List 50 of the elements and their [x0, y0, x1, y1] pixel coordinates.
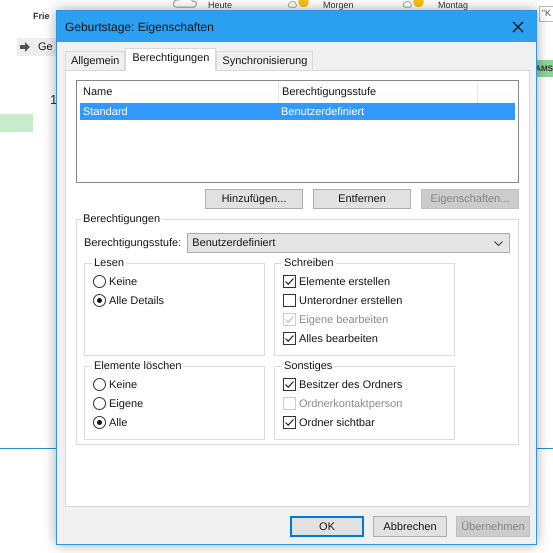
radio-button[interactable]	[93, 416, 106, 429]
radio-button[interactable]	[93, 294, 106, 307]
radio-button[interactable]	[93, 397, 106, 410]
level-dropdown[interactable]: Benutzerdefiniert	[187, 233, 510, 253]
group-title: Lesen	[92, 257, 126, 269]
option-label: Alle Details	[109, 294, 164, 306]
option-label: Eigene bearbeiten	[299, 314, 388, 326]
chevron-icon	[494, 240, 503, 246]
option-label: Keine	[109, 378, 138, 390]
group-title: Elemente löschen	[92, 360, 184, 372]
location-label: Frie	[33, 11, 51, 21]
weather-day-label: Morgen	[323, 0, 354, 10]
option-label: Besitzer des Ordners	[299, 378, 402, 390]
arrow-icon[interactable]	[20, 42, 30, 52]
option-label: Ordnerkontaktperson	[299, 398, 402, 410]
radio-button[interactable]	[93, 275, 106, 288]
group-title: Schreiben	[282, 257, 336, 269]
group-title: Berechtigungen	[81, 213, 162, 225]
weather-day-label: Heute	[208, 0, 232, 10]
checkbox[interactable]	[283, 378, 296, 391]
window-title: Geburtstage: Eigenschaften	[65, 20, 214, 34]
checkbox[interactable]	[283, 294, 296, 307]
list-cell-text: Benutzerdefiniert	[280, 106, 366, 118]
day-number: 1	[50, 92, 58, 107]
field-label: Berechtigungsstufe:	[84, 237, 182, 249]
tab[interactable]: Synchronisierung	[216, 51, 314, 70]
close-icon[interactable]	[512, 20, 524, 32]
option-label: Unterordner erstellen	[299, 294, 402, 306]
option-label: Ordner sichtbar	[299, 416, 375, 428]
dialog-button[interactable]: Hinzufügen...	[205, 189, 303, 209]
calendar-event	[0, 114, 33, 132]
group-title: Sonstiges	[282, 360, 334, 372]
tab[interactable]: Berechtigungen	[125, 48, 216, 71]
checkbox[interactable]	[283, 332, 296, 345]
dialog-button[interactable]: Entfernen	[313, 189, 411, 209]
weather-day-label: Montag	[438, 0, 468, 10]
tab[interactable]: Allgemein	[65, 51, 126, 70]
nav-label[interactable]: Ge	[38, 41, 53, 53]
dialog-button[interactable]: OK	[290, 516, 364, 537]
radio-button[interactable]	[93, 378, 106, 391]
checkbox[interactable]	[283, 275, 296, 288]
option-label: Alles bearbeiten	[299, 332, 378, 344]
search-field[interactable]: "K	[538, 6, 553, 22]
option-label: Eigene	[109, 398, 144, 410]
list-cell-text: Standard	[82, 106, 129, 118]
option-label: Keine	[109, 276, 138, 288]
checkbox[interactable]	[283, 416, 296, 429]
dialog-button[interactable]: Abbrechen	[373, 516, 447, 537]
option-label: Alle	[109, 416, 128, 428]
option-label: Elemente erstellen	[299, 276, 390, 288]
